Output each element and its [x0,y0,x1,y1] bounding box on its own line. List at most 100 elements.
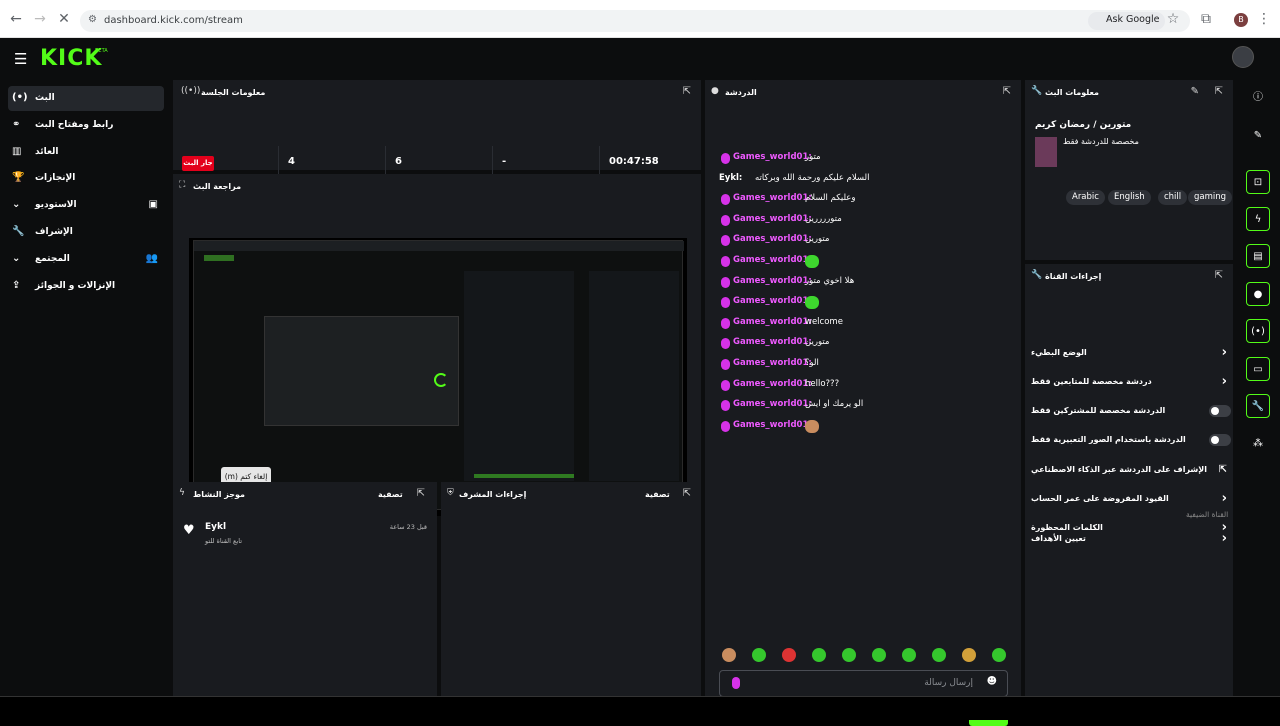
chat-username[interactable]: Games_world01: [733,214,812,224]
video-frame-chat [464,271,574,481]
stat-value: 00:47:58 [609,156,659,167]
popout-icon[interactable]: ⇱ [1215,86,1223,97]
address-bar[interactable]: ⚙ dashboard.kick.com/stream [80,10,1190,32]
chevron-right-icon: › [1221,491,1227,506]
emote-icon[interactable] [992,648,1006,662]
wrench-icon[interactable]: 🔧 [1246,394,1270,418]
chat-username[interactable]: Games_world01: [733,420,812,430]
toggle-switch[interactable] [1209,434,1231,446]
emote-icon[interactable] [872,648,886,662]
emote-icon[interactable] [812,648,826,662]
activity-filter-button[interactable]: تصفية [378,490,403,499]
chat-username[interactable]: Games_world01: [733,337,812,347]
emote-icon [805,296,819,310]
extensions-icon[interactable]: ⧉ [1198,11,1214,27]
popout-icon[interactable]: ⇱ [417,488,425,499]
chat-username[interactable]: Eykl: [719,173,742,183]
channel-action-item[interactable]: الإشراف على الدردشة عبر الذكاء الاصطناعي… [1031,461,1231,481]
toggle-switch[interactable] [1209,405,1231,417]
reload-icon[interactable]: ✕ [56,11,72,27]
channel-action-item[interactable]: القيود المفروضة على عمر الحساب › [1031,490,1231,510]
stat-value: - [502,156,507,167]
sidebar-item[interactable]: ⌄ المجتمع 👥 [8,247,164,272]
chat-message: Games_world01: welcome [719,315,1009,336]
emote-icon[interactable] [842,648,856,662]
live-badge: جار البث [182,156,214,171]
wrench-icon: 🔧 [1031,270,1043,280]
site-info-icon[interactable]: ⚙ [88,14,97,25]
chat-username[interactable]: Games_world01: [733,379,812,389]
pencil-icon[interactable]: ✎ [1246,124,1270,148]
category-thumbnail [1035,137,1057,167]
sidebar-item[interactable]: 🔧 الإشراف [8,220,164,245]
activity-user[interactable]: Eykl [205,522,226,532]
chat-username[interactable]: Games_world01: [733,399,812,409]
emote-icon[interactable] [902,648,916,662]
user-avatar[interactable] [1232,46,1254,68]
stream-tag[interactable]: gaming [1188,190,1233,205]
sidebar-item-label: الاستوديو [35,200,77,211]
chat-username[interactable]: Games_world01: [733,234,812,244]
broadcast-icon[interactable]: (•) [1246,319,1270,343]
bolt-icon[interactable]: ϟ [1246,207,1270,231]
emote-icon[interactable] [962,648,976,662]
stream-tag[interactable]: Arabic [1066,190,1105,205]
channel-action-item[interactable]: الوضع البطيء › [1031,344,1231,364]
emote-icon[interactable] [722,648,736,662]
user-badge-icon [721,214,730,226]
chat-input[interactable]: إرسال رسالة ☻ [719,670,1008,697]
document-icon[interactable]: ▤ [1246,244,1270,268]
chat-username[interactable]: Games_world01: [733,317,812,327]
chat-username[interactable]: Games_world01: [733,296,812,306]
kick-logo[interactable]: KICK [40,46,102,71]
emote-icon[interactable] [932,648,946,662]
emote-icon[interactable] [752,648,766,662]
channel-action-item[interactable]: الدردشة مخصصة للمشتركين فقط [1031,402,1231,422]
bookmark-star-icon[interactable]: ☆ [1165,11,1181,27]
popout-icon[interactable]: ⇱ [683,86,691,97]
user-badge-icon [721,400,730,412]
stream-tag[interactable]: chill [1158,190,1188,205]
popout-icon[interactable]: ⇱ [1003,86,1011,97]
chat-message: Games_world01: متورين [719,335,1009,356]
mod-filter-button[interactable]: تصفية [645,490,670,499]
popout-icon[interactable]: ⇱ [683,488,691,499]
chat-message: Games_world01: الو؟ [719,356,1009,377]
nav-extra-icon[interactable]: 👥 [146,253,158,264]
popout-icon[interactable]: ⇱ [1215,270,1223,281]
stream-category: مخصصة للدردشة فقط [1063,137,1139,146]
sidebar-item[interactable]: (•) البث [8,86,164,111]
browser-profile-avatar[interactable]: B [1234,13,1248,27]
channel-action-item[interactable]: دردشة مخصصة للمتابعين فقط › [1031,373,1231,393]
chat-username[interactable]: Games_world01: [733,193,812,203]
sidebar-item[interactable]: ⌄ الاستوديو ▣ [8,193,164,218]
stream-tag[interactable]: English [1108,190,1151,205]
chat-icon[interactable]: ● [1246,282,1270,306]
emote-icon[interactable] [782,648,796,662]
nav-extra-icon[interactable]: ▣ [149,199,158,210]
sidebar-item-label: البث [35,93,55,103]
browser-menu-icon[interactable]: ⋮ [1256,11,1272,27]
chat-username[interactable]: Games_world01: [733,152,812,162]
edit-pencil-icon[interactable]: ✎ [1191,86,1199,97]
back-icon[interactable]: ← [8,11,24,27]
chat-username[interactable]: Games_world01: [733,358,812,368]
browser-chrome: ← → ✕ ⚙ dashboard.kick.com/stream Ask Go… [0,0,1280,38]
set-goals-item[interactable]: تعيين الأهداف › [1031,530,1231,550]
ask-google-button[interactable]: Ask Google [1088,12,1166,30]
emoji-icon[interactable]: ☻ [987,676,997,687]
sidebar-item[interactable]: ▥ العائد [8,140,164,165]
layout-icon[interactable]: ▭ [1246,357,1270,381]
sidebar-item[interactable]: ⇪ الإنزالات و الجوائز [8,274,164,299]
info-icon[interactable]: ⓘ [1246,86,1270,110]
forward-icon[interactable]: → [32,11,48,27]
mod-actions-panel: ⛨ إجراءات المشرف ⇱ تصفية [441,482,701,696]
sidebar-item[interactable]: ⚭ رابط ومفتاح البث [8,113,164,138]
sidebar-item[interactable]: 🏆 الإنجازات [8,166,164,191]
channel-action-item[interactable]: الدردشة باستخدام الصور التعبيرية فقط [1031,431,1231,451]
chat-username[interactable]: Games_world01: [733,255,812,265]
capture-icon[interactable]: ⊡ [1246,170,1270,194]
users-icon[interactable]: ⁂ [1246,432,1270,456]
hamburger-menu-icon[interactable]: ☰ [14,50,27,68]
chat-username[interactable]: Games_world01: [733,276,812,286]
